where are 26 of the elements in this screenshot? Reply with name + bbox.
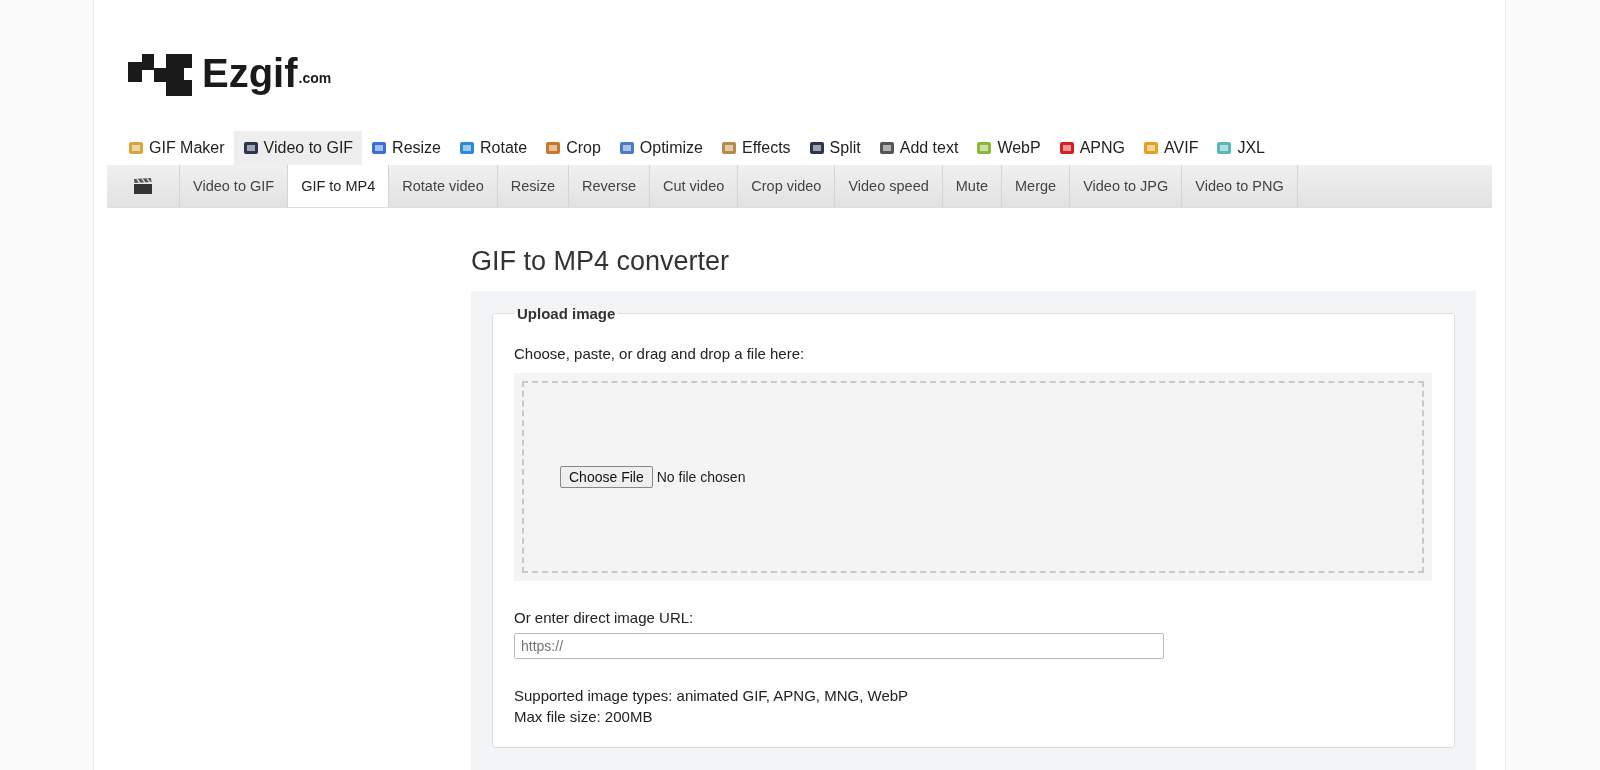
- file-status: No file chosen: [656, 469, 746, 485]
- sub-tab[interactable]: Video to PNG: [1181, 165, 1298, 207]
- drop-zone[interactable]: Choose File No file chosen: [514, 373, 1432, 581]
- url-label: Or enter direct image URL:: [514, 609, 695, 626]
- logo-suffix: .com: [298, 70, 332, 86]
- main-tab[interactable]: Video to GIF: [233, 131, 363, 165]
- sub-tab[interactable]: Cut video: [649, 165, 738, 207]
- sub-tab[interactable]: Video to JPG: [1069, 165, 1182, 207]
- logo-text[interactable]: Ezgif: [202, 50, 298, 96]
- sub-tab[interactable]: Video speed: [834, 165, 942, 207]
- sub-tab[interactable]: Rotate video: [388, 165, 497, 207]
- url-input-field[interactable]: https://: [514, 633, 1164, 659]
- upload-prompt: Choose, paste, or drag and drop a file here:: [514, 345, 806, 362]
- main-tab[interactable]: GIF Maker: [107, 131, 234, 165]
- choose-file-button[interactable]: Choose File: [560, 466, 653, 488]
- clapperboard-icon[interactable]: [133, 177, 153, 195]
- supported-types-text: Supported image types: animated GIF, APNG, MNG, WebP: [514, 686, 910, 706]
- sub-tab[interactable]: Merge: [1001, 165, 1070, 207]
- sub-tab[interactable]: Crop video: [737, 165, 835, 207]
- fieldset-legend: Upload image: [514, 305, 619, 322]
- sub-tab[interactable]: Reverse: [568, 165, 650, 207]
- sub-tab[interactable]: Mute: [941, 165, 1002, 207]
- sub-tab[interactable]: GIF to MP4: [287, 165, 389, 207]
- max-size-text: Max file size: 200MB: [514, 707, 654, 727]
- sub-tab[interactable]: Resize: [496, 165, 569, 207]
- page-title: GIF to MP4 converter: [471, 246, 731, 277]
